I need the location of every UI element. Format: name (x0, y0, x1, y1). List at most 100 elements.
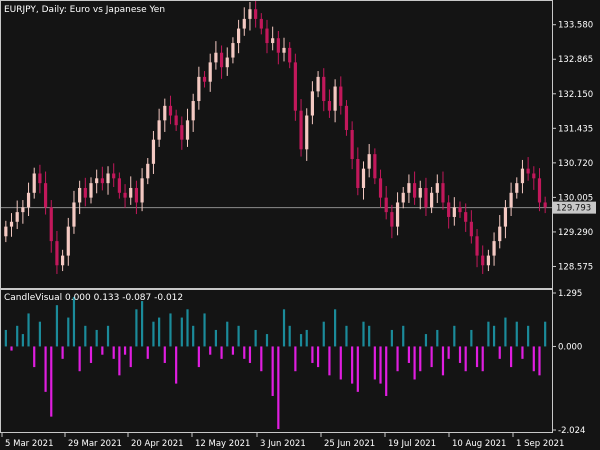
candle-body (197, 76, 201, 102)
candle-body (112, 173, 116, 179)
candle-body (418, 187, 422, 198)
candle-body (9, 221, 14, 227)
candle-body (146, 163, 150, 179)
candle-body (242, 18, 246, 29)
candle-body (214, 52, 218, 63)
time-tick-label: 1 Sep 2021 (516, 439, 564, 449)
candle-body (276, 38, 280, 53)
candle-body (464, 212, 468, 222)
candle-body (134, 187, 139, 203)
indicator-label: CandleVisual 0.000 0.133 -0.087 -0.012 (4, 293, 183, 303)
candle-body (38, 173, 42, 184)
time-tick-label: 3 Jun 2021 (260, 439, 306, 449)
candle-body (168, 105, 173, 116)
candle-body (55, 241, 59, 266)
candle-body (543, 202, 547, 208)
price-tick-label: 129.290 (558, 228, 593, 238)
candle-body (106, 173, 110, 184)
candle-body (481, 255, 485, 266)
indicator-tick-label: 1.295 (558, 289, 582, 299)
price-tick-label: 133.580 (558, 21, 593, 31)
candle-body (401, 192, 405, 203)
candle-body (458, 207, 462, 213)
time-tick-label: 29 Mar 2021 (68, 439, 122, 449)
candle-body (236, 28, 241, 44)
candle-body (72, 202, 76, 227)
candle-body (129, 187, 133, 198)
candle-body (4, 226, 8, 237)
candle-body (384, 197, 388, 213)
chart-window[interactable]: 133.580132.865132.150131.435130.720130.0… (0, 0, 600, 450)
candle-body (49, 207, 53, 242)
candle-body (95, 178, 99, 184)
price-tick-label: 132.865 (558, 55, 593, 65)
candle-body (356, 158, 360, 188)
candle-body (43, 183, 48, 208)
candle-body (180, 125, 184, 140)
candle-body (305, 115, 309, 150)
candle-body (430, 192, 434, 208)
candle-body (475, 236, 479, 256)
candle-body (157, 120, 161, 140)
candle-body (373, 154, 377, 179)
candle-body (202, 76, 207, 82)
candle-body (395, 202, 400, 227)
candle-body (367, 154, 371, 169)
chart-background (0, 0, 600, 450)
candle-body (15, 212, 19, 222)
time-tick-label: 20 Apr 2021 (131, 439, 184, 449)
candle-body (339, 86, 343, 106)
indicator-tick-label: -2.024 (558, 426, 585, 436)
candle-body (361, 168, 366, 188)
candle-body (310, 91, 315, 116)
candle-body (259, 18, 263, 29)
time-tick-label: 12 May 2021 (195, 439, 250, 449)
candle-body (78, 187, 82, 203)
price-tick-label: 132.150 (558, 90, 593, 100)
candle-body (231, 43, 235, 58)
candle-body (140, 178, 144, 203)
current-price-label: 129.793 (556, 204, 591, 214)
time-tick-label: 10 Aug 2021 (452, 439, 506, 449)
candle-body (191, 101, 195, 121)
candle-body (333, 86, 337, 111)
candle-body (344, 105, 349, 131)
candle-body (61, 255, 65, 266)
candle-body (532, 173, 536, 179)
candle-body (509, 192, 513, 208)
candle-body (83, 187, 87, 198)
candle-body (498, 226, 502, 242)
candle-body (515, 183, 519, 193)
candle-body (219, 52, 224, 68)
candle-body (293, 62, 297, 111)
candle-body (412, 183, 417, 198)
price-tick-label: 130.720 (558, 159, 593, 169)
candle-body (254, 9, 258, 19)
candle-body (282, 47, 286, 53)
candle-body (390, 212, 394, 227)
candle-body (378, 178, 383, 198)
candle-body (486, 255, 490, 266)
symbol-title: EURJPY, Daily: Euro vs Japanese Yen (4, 5, 165, 15)
candle-body (225, 57, 229, 68)
candle-body (66, 226, 70, 256)
candle-body (265, 28, 269, 44)
candle-body (526, 168, 530, 174)
candle-body (26, 192, 31, 208)
candle-body (100, 178, 104, 184)
candle-body (322, 76, 326, 102)
candle-body (520, 168, 525, 184)
candle-body (469, 221, 473, 237)
candle-body (299, 110, 303, 150)
candle-body (174, 115, 178, 126)
candle-body (407, 183, 411, 193)
time-tick-label: 25 Jun 2021 (324, 439, 375, 449)
time-tick-label: 19 Jul 2021 (388, 439, 436, 449)
candle-body (350, 130, 354, 159)
candle-body (32, 173, 36, 193)
candle-body (163, 105, 167, 121)
candle-body (452, 207, 456, 217)
candle-body (447, 202, 451, 217)
candle-body (123, 192, 127, 198)
candle-body (248, 9, 252, 19)
